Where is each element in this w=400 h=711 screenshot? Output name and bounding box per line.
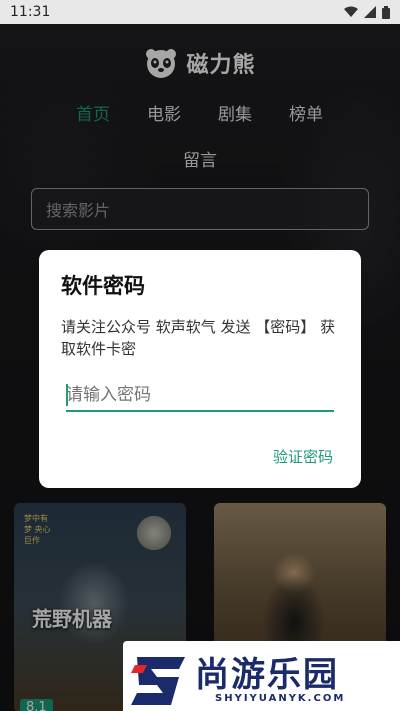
watermark-text: 尚游乐园: [195, 655, 339, 695]
password-input[interactable]: [66, 380, 334, 412]
watermark-url: SHYIYUANYK.COM: [215, 693, 346, 704]
password-dialog: 软件密码 请关注公众号 软声软气 发送 【密码】 获取软件卡密 验证密码: [39, 250, 361, 488]
status-icons: [344, 5, 390, 19]
text-caret: [66, 384, 68, 406]
verify-password-button[interactable]: 验证密码: [273, 446, 333, 467]
watermark-logo-icon: [131, 657, 185, 705]
watermark: 尚游乐园 SHYIYUANYK.COM: [123, 641, 400, 711]
wifi-icon: [344, 6, 358, 17]
dialog-message: 请关注公众号 软声软气 发送 【密码】 获取软件卡密: [61, 318, 336, 358]
dialog-title: 软件密码: [61, 274, 145, 298]
status-bar: 11:31: [0, 0, 400, 24]
battery-icon: [382, 5, 390, 19]
signal-icon: [364, 6, 376, 18]
status-time: 11:31: [10, 4, 51, 20]
